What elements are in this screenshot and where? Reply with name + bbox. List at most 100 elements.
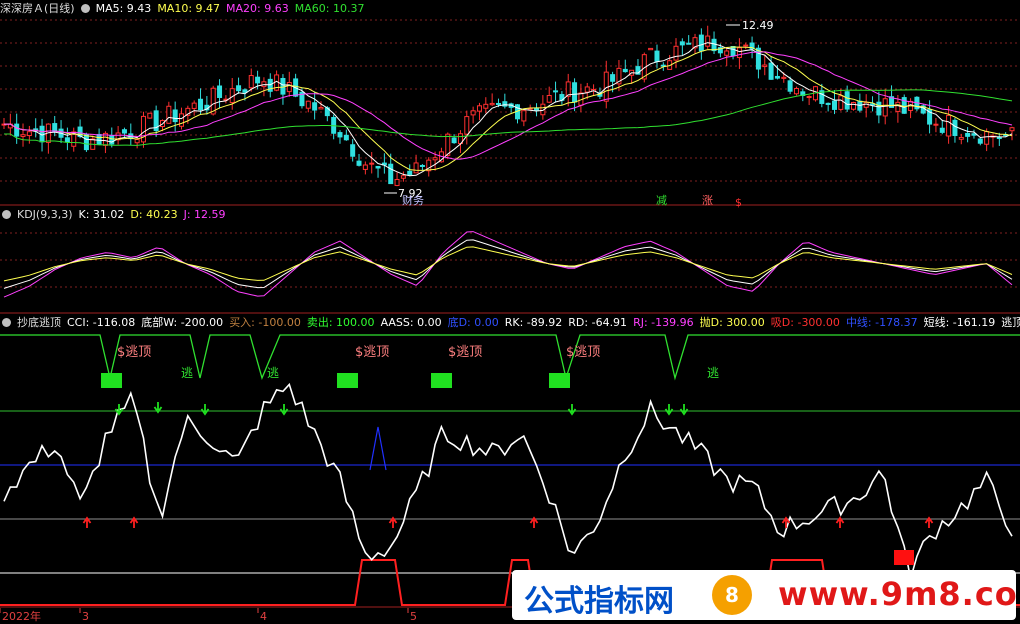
buy-signal-block [894,550,914,565]
candle-body [432,157,438,161]
candle-body [831,100,837,110]
candle-body [698,34,704,52]
candle-body [419,164,425,167]
candle-body [369,162,375,165]
watermark: 公式指标网 8 www.9m8.com [512,570,1020,620]
sell-arrow-icon [679,404,689,416]
candle-body [337,132,343,138]
candle-body [939,127,945,133]
candle-body [1009,127,1015,132]
escape-top-label: $逃顶 [117,345,151,360]
candle-body [793,88,799,95]
candle-body [610,74,616,82]
candle-body [109,135,115,145]
watermark-text: 公式指标网 [524,584,674,619]
candle-body [400,175,406,179]
candle-body [362,164,368,170]
escape-top-label: $逃顶 [448,345,482,360]
candle-body [305,100,311,109]
candle-body [134,138,140,144]
candle-body [318,106,324,110]
high-price-label: 12.49 [742,19,774,32]
candle-body [451,137,457,144]
candle-body [996,137,1002,140]
signal-label-2: 减 [656,194,667,207]
candle-body [572,82,578,103]
candle-body [83,134,89,151]
candle-body [286,82,292,93]
candle-body [356,160,362,166]
candle-body [521,110,527,122]
candle-body [489,102,495,106]
candle-body [343,134,349,141]
x-axis-label: 3 [82,610,89,623]
candle-body [946,114,952,137]
candle-body [255,76,261,84]
candle-body [476,105,482,112]
candle-body [958,136,964,140]
escape-label: 逃 [181,366,193,380]
candle-body [191,102,197,109]
candle-body [825,102,831,105]
candle-body [96,133,102,145]
candle-body [654,50,660,62]
candle-body [648,47,654,51]
candle-body [166,105,172,124]
sell-arrow-icon [567,404,577,416]
candle-body [445,133,451,156]
candle-body [787,80,793,92]
candle-body [546,94,552,103]
sell-signal-block [337,373,358,388]
candle-body [217,85,223,98]
candle-body [984,131,990,145]
sell-arrow-icon [279,404,289,416]
chart-canvas[interactable]: 12.497.92财务减涨$$逃顶$逃顶$逃顶$逃顶逃逃逃2022年345620… [0,0,1020,624]
candle-body [965,132,971,137]
candle-body [844,91,850,110]
candle-body [140,115,146,143]
cci-line [3,382,1013,579]
candle-body [242,89,248,93]
candle-body [394,179,400,186]
candle-body [584,86,590,93]
candle-body [952,119,958,136]
escape-label: 逃 [707,366,719,380]
candle-body [172,109,178,123]
candle-body [768,62,774,80]
sell-signal-block [549,373,570,388]
candle-body [495,102,501,105]
candle-body [312,102,318,111]
candle-body [147,112,153,119]
signal-label-3: 涨 [702,194,713,207]
candle-body [781,76,787,79]
candle-body [26,131,32,137]
candle-body [121,129,127,134]
candle-body [705,35,711,47]
candle-body [762,64,768,68]
candle-body [388,163,394,185]
candle-body [375,165,381,169]
escape-step-line [0,334,1020,381]
sell-arrow-icon [200,404,210,416]
candle-body [730,46,736,57]
candle-body [14,123,20,137]
candle-body [971,133,977,136]
watermark-logo-icon: 8 [712,575,752,615]
candle-body [679,41,685,46]
watermark-url: www.9m8.com [778,575,1020,613]
candle-body [686,42,692,45]
candle-body [711,38,717,52]
candle-body [774,75,780,79]
candle-body [198,98,204,111]
candle-body [179,113,185,127]
escape-top-label: $逃顶 [355,345,389,360]
candle-body [622,68,628,73]
signal-label-4: $ [735,196,742,209]
candle-body [743,44,749,47]
candle-body [838,95,844,110]
candle-body [236,85,242,92]
candle-body [895,101,901,112]
candle-body [534,107,540,111]
candle-body [882,98,888,117]
candle-body [806,96,812,99]
